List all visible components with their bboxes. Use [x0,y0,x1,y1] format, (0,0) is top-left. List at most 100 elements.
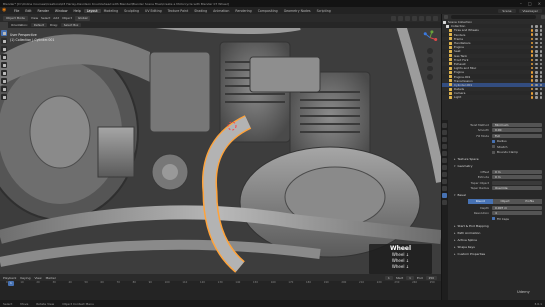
physics-tab-icon[interactable] [442,179,447,184]
bevel-mode-profile[interactable]: Profile [517,199,543,204]
depth-field[interactable]: 0.007 m [492,205,542,210]
material-tab-icon[interactable] [442,200,447,205]
camera-render-icon[interactable] [539,25,542,28]
stretch-checkbox[interactable] [492,145,495,149]
filter-orange-icon[interactable] [530,71,533,74]
tab-shading[interactable]: Shading [191,9,210,13]
start-frame-field[interactable]: 1 [406,275,414,280]
axis-gizmo-icon[interactable] [422,30,438,45]
eye-icon[interactable] [535,79,538,82]
tab-rendering[interactable]: Rendering [232,9,254,13]
scene-selector[interactable]: Scene [498,8,516,13]
eye-icon[interactable] [535,62,538,66]
grid-view-icon[interactable] [427,74,433,81]
shape-keys-section[interactable]: Shape Keys [452,244,542,250]
viewport-menu-view[interactable]: View [31,16,38,20]
filter-orange-icon[interactable] [530,41,533,45]
camera-render-icon[interactable] [539,75,542,78]
filter-orange-icon[interactable] [530,29,533,32]
menu-help[interactable]: Help [70,9,83,13]
add-cube-tool[interactable] [1,94,7,100]
eye-icon[interactable] [535,87,538,91]
filter-orange-icon[interactable] [530,50,533,53]
scene-tab-icon[interactable] [442,151,447,156]
camera-render-icon[interactable] [539,33,542,36]
pan-hand-icon[interactable] [427,56,433,63]
filter-orange-icon[interactable] [530,96,533,99]
bevel-mode-round[interactable]: Round [468,199,493,204]
camera-view-icon[interactable] [427,65,433,72]
fill-mode-dropdown[interactable]: Full [492,133,542,138]
filter-orange-icon[interactable] [530,75,533,78]
fill-caps-checkbox[interactable] [492,217,495,221]
tab-modeling[interactable]: Modeling [101,9,122,13]
viewport-menu-add[interactable]: Add [53,16,59,20]
view-layer-tab-icon[interactable] [442,144,447,149]
display-mode-icon[interactable] [444,15,448,19]
cursor-tool[interactable] [1,38,7,44]
xray-icon[interactable] [412,15,417,21]
radius-checkbox[interactable] [492,139,495,143]
smooth-field[interactable]: 0.00 [492,128,542,133]
eye-icon[interactable] [535,71,538,74]
blender-logo-icon[interactable]: ◉ [2,8,8,13]
gizmo-icon[interactable] [398,15,403,21]
annotate-tool[interactable] [1,78,7,84]
filter-orange-icon[interactable] [530,92,533,95]
start-end-mapping-section[interactable]: Start & End Mapping [452,223,542,229]
eye-icon[interactable] [535,54,538,57]
transform-tool[interactable] [1,70,7,76]
frame-ruler[interactable]: 0 10 20 30 40 50 60 70 80 90 100 110 120… [0,281,441,286]
area-divider[interactable] [441,14,442,300]
constraints-tab-icon[interactable] [442,186,447,191]
visibility-icon[interactable] [391,15,396,21]
outliner-row[interactable]: Light [441,95,545,100]
transform-orientation-dropdown[interactable]: Global [74,15,91,21]
shading-material-icon[interactable] [426,15,431,21]
filter-orange-icon[interactable] [530,62,533,66]
camera-render-icon[interactable] [539,62,542,66]
close-button[interactable]: × [538,1,541,6]
texture-space-section[interactable]: Texture Space [452,156,542,162]
drag-dropdown[interactable]: Select Box [60,23,82,27]
eye-icon[interactable] [535,66,538,70]
camera-render-icon[interactable] [539,37,542,41]
object-mode-dropdown[interactable]: Object Mode [3,15,28,21]
filter-orange-icon[interactable] [530,58,533,62]
filter-orange-icon[interactable] [530,45,533,49]
measure-tool[interactable] [1,86,7,92]
camera-render-icon[interactable] [539,83,542,87]
eye-icon[interactable] [535,41,538,45]
timeline-menu-playback[interactable]: Playback [3,276,16,280]
eye-icon[interactable] [535,45,538,49]
tab-texture-paint[interactable]: Texture Paint [165,9,192,13]
scale-tool[interactable] [1,62,7,68]
taper-radius-dropdown[interactable]: Override [492,186,542,191]
filter-icon[interactable] [541,15,545,19]
tab-scripting[interactable]: Scripting [314,9,334,13]
orientation-dropdown[interactable]: Default [30,23,47,27]
twist-method-dropdown[interactable]: Minimum [492,122,542,127]
camera-render-icon[interactable] [539,71,542,74]
active-spline-section[interactable]: Active Spline [452,237,542,243]
eye-icon[interactable] [535,96,538,99]
camera-render-icon[interactable] [539,92,542,95]
eye-icon[interactable] [535,25,538,28]
select-box-tool[interactable] [1,30,7,36]
overlay-icon[interactable] [405,15,410,21]
menu-file[interactable]: File [11,9,22,13]
bevel-section[interactable]: Bevel [452,192,542,198]
eye-icon[interactable] [535,50,538,53]
eye-icon[interactable] [535,83,538,87]
curve-data-tab-icon[interactable] [442,193,447,198]
timeline-menu-keying[interactable]: Keying [20,276,30,280]
offset-field[interactable]: 0 m [492,169,542,174]
rotate-tool[interactable] [1,54,7,60]
tab-uv-editing[interactable]: UV Editing [142,9,165,13]
filter-orange-icon[interactable] [530,87,533,91]
camera-render-icon[interactable] [539,54,542,57]
eye-icon[interactable] [535,75,538,78]
shading-solid-icon[interactable] [419,15,424,21]
filter-orange-icon[interactable] [530,37,533,41]
output-tab-icon[interactable] [442,137,447,142]
